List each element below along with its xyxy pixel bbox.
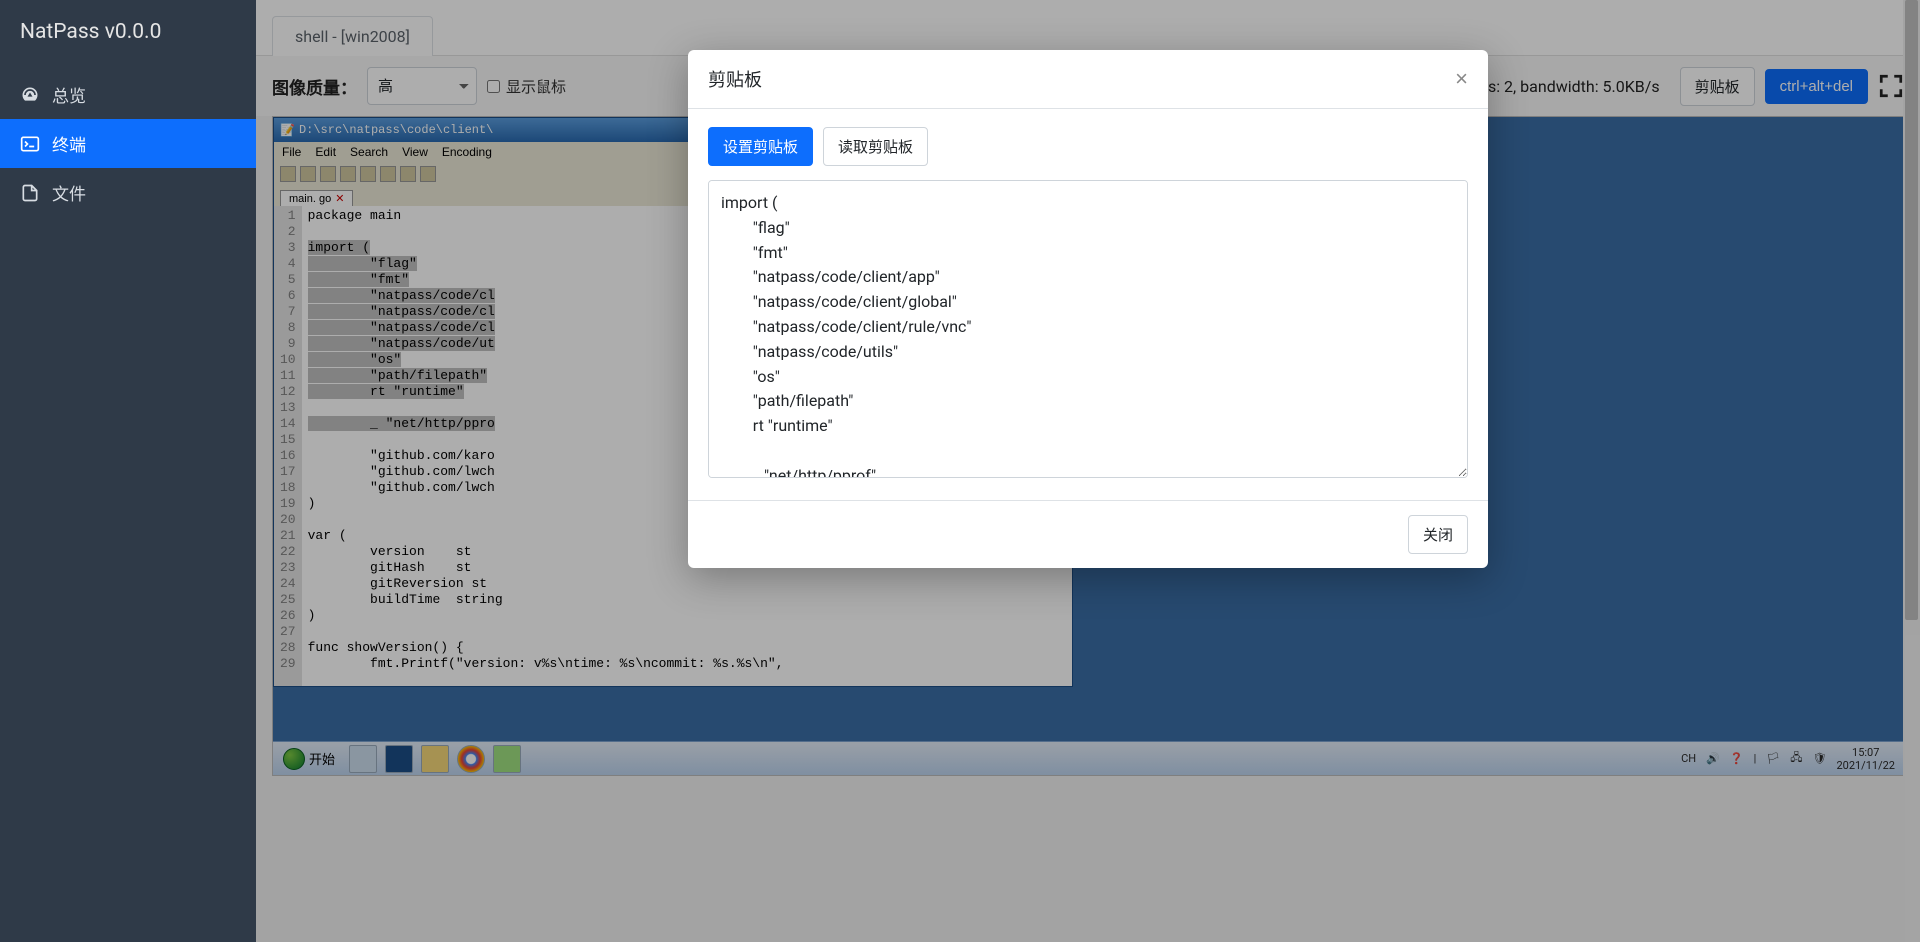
sidebar-item-terminal[interactable]: 终端 <box>0 119 256 168</box>
terminal-icon <box>20 134 40 154</box>
sidebar-item-label: 总览 <box>52 82 86 107</box>
clipboard-textarea[interactable] <box>708 180 1468 478</box>
modal-body: 设置剪贴板 读取剪贴板 <box>688 109 1488 500</box>
sidebar-item-label: 文件 <box>52 180 86 205</box>
sidebar-item-label: 终端 <box>52 131 86 156</box>
modal-header: 剪贴板 × <box>688 50 1488 109</box>
clipboard-modal: 剪贴板 × 设置剪贴板 读取剪贴板 关闭 <box>688 50 1488 568</box>
gauge-icon <box>20 85 40 105</box>
set-clipboard-button[interactable]: 设置剪贴板 <box>708 127 813 166</box>
read-clipboard-button[interactable]: 读取剪贴板 <box>823 127 928 166</box>
sidebar: NatPass v0.0.0 总览 终端 文件 <box>0 0 256 942</box>
modal-title: 剪贴板 <box>708 66 762 92</box>
modal-overlay: 剪贴板 × 设置剪贴板 读取剪贴板 关闭 <box>256 0 1920 942</box>
modal-button-row: 设置剪贴板 读取剪贴板 <box>708 127 1468 166</box>
close-button[interactable]: 关闭 <box>1408 515 1468 554</box>
sidebar-item-files[interactable]: 文件 <box>0 168 256 217</box>
nav: 总览 终端 文件 <box>0 64 256 217</box>
modal-footer: 关闭 <box>688 500 1488 568</box>
sidebar-item-overview[interactable]: 总览 <box>0 70 256 119</box>
close-icon[interactable]: × <box>1455 66 1468 92</box>
brand-title: NatPass v0.0.0 <box>0 0 256 64</box>
file-icon <box>20 183 40 203</box>
